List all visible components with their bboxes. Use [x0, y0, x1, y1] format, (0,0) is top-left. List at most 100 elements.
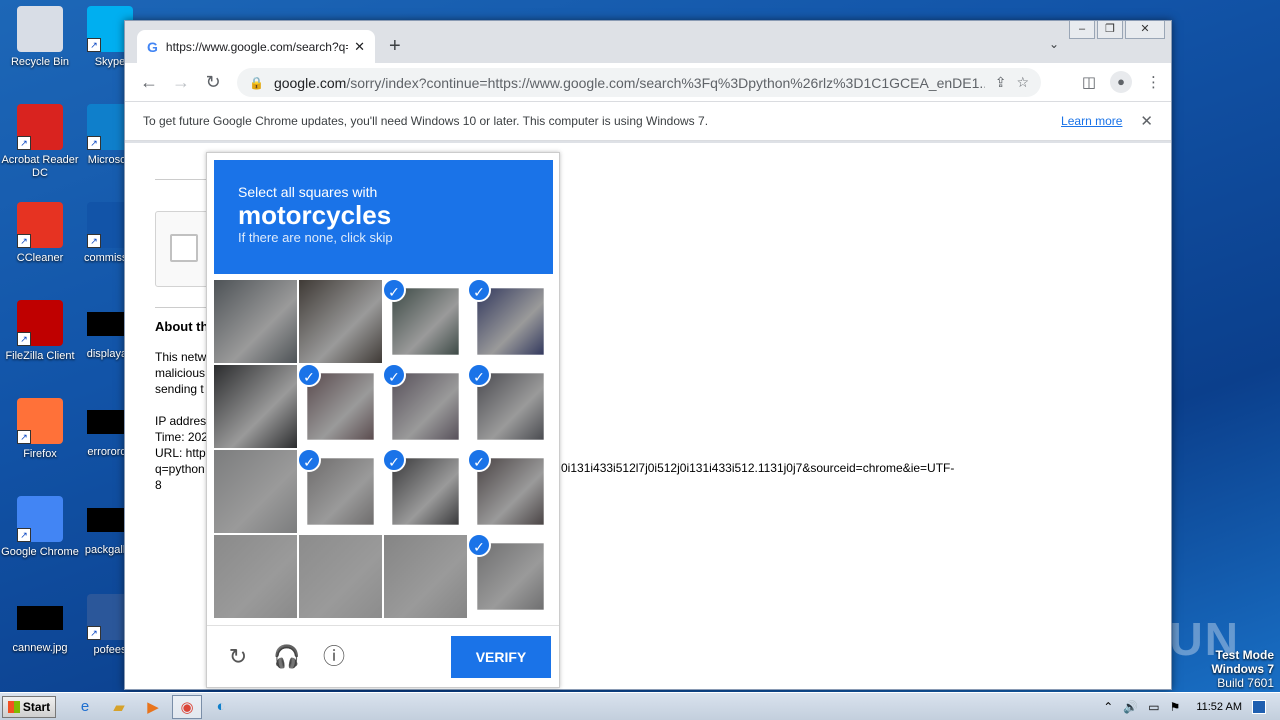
- window-controls: – ❐ ✕: [1069, 21, 1165, 39]
- grid-tile[interactable]: [214, 450, 297, 533]
- new-tab-button[interactable]: +: [389, 35, 401, 58]
- desktop-icon-label: CCleaner: [16, 252, 64, 264]
- test-mode-line2: Windows 7: [1211, 662, 1274, 676]
- tile-image: [214, 365, 297, 448]
- bookmark-star-icon[interactable]: ☆: [1016, 74, 1029, 91]
- address-url: google.com/sorry/index?continue=https://…: [274, 75, 985, 91]
- challenge-hint: If there are none, click skip: [238, 230, 393, 245]
- about-heading: About th: [155, 319, 209, 334]
- action-center-flag-icon[interactable]: ⚑: [1170, 700, 1181, 714]
- test-mode-text: Test Mode Windows 7 Build 7601: [1211, 648, 1274, 690]
- desktop-icon[interactable]: ↗ CCleaner: [0, 202, 80, 265]
- shortcut-arrow-icon: ↗: [17, 136, 31, 150]
- grid-tile[interactable]: ✓: [382, 363, 467, 448]
- learn-more-link[interactable]: Learn more: [1061, 114, 1122, 128]
- grid-tile[interactable]: ✓: [467, 533, 552, 618]
- grid-tile[interactable]: [299, 535, 382, 618]
- desktop-icon[interactable]: cannew.jpg: [0, 594, 80, 655]
- system-tray: ⌃ 🔊 ▭ ⚑ 11:52 AM: [1103, 693, 1280, 720]
- tile-image: [384, 535, 467, 618]
- grid-tile[interactable]: [214, 365, 297, 448]
- tab-title: https://www.google.com/search?q=: [165, 39, 349, 54]
- chrome-taskbar-icon[interactable]: ◉: [172, 694, 202, 719]
- restore-button[interactable]: ❐: [1097, 21, 1123, 39]
- edge-icon[interactable]: ◐: [206, 695, 236, 719]
- grid-tile[interactable]: ✓: [297, 363, 382, 448]
- browser-tab[interactable]: G https://www.google.com/search?q= ✕: [137, 30, 375, 63]
- desktop-app-icon: ↗: [17, 300, 63, 346]
- address-bar[interactable]: 🔒 google.com/sorry/index?continue=https:…: [237, 68, 1041, 97]
- start-button[interactable]: Start: [2, 695, 56, 718]
- taskbar: Start e ▰ ▶ ◉ ◐ ⌃ 🔊 ▭ ⚑ 11:52 AM: [0, 692, 1280, 720]
- lock-icon[interactable]: 🔒: [249, 76, 264, 90]
- image-grid: ✓ ✓ ✓ ✓ ✓ ✓ ✓ ✓ ✓: [214, 278, 544, 619]
- audio-challenge-icon[interactable]: 🎧: [273, 644, 300, 670]
- profile-avatar-icon[interactable]: ●: [1110, 71, 1132, 93]
- tile-image: [214, 535, 297, 618]
- back-arrow-icon[interactable]: ←: [133, 72, 165, 93]
- minimize-button[interactable]: –: [1069, 21, 1095, 39]
- tray-expand-icon[interactable]: ⌃: [1103, 700, 1113, 714]
- grid-tile[interactable]: ✓: [467, 278, 552, 363]
- clock[interactable]: 11:52 AM: [1196, 701, 1242, 713]
- check-icon: ✓: [467, 448, 491, 472]
- check-icon: ✓: [382, 278, 406, 302]
- desktop-icon[interactable]: ↗ Acrobat Reader DC: [0, 104, 80, 180]
- grid-tile[interactable]: ✓: [467, 448, 552, 533]
- challenge-header: Select all squares with motorcycles If t…: [214, 160, 553, 274]
- recaptcha-checkbox[interactable]: [170, 234, 198, 262]
- check-icon: ✓: [297, 448, 321, 472]
- grid-tile[interactable]: [214, 280, 297, 363]
- url-tail-text: 0i131i433i512l7j0i512j0i131i433i512.1131…: [561, 461, 955, 475]
- explorer-folder-icon[interactable]: ▰: [104, 695, 134, 719]
- tile-image: [214, 450, 297, 533]
- shortcut-arrow-icon: ↗: [17, 528, 31, 542]
- reload-challenge-icon[interactable]: ↻: [225, 644, 251, 670]
- toolbar: ← → ↻ 🔒 google.com/sorry/index?continue=…: [125, 63, 1171, 101]
- grid-tile[interactable]: ✓: [297, 448, 382, 533]
- desktop-app-icon: [17, 6, 63, 52]
- info-icon[interactable]: ⓘ: [321, 644, 347, 670]
- tile-image: [299, 280, 382, 363]
- shortcut-arrow-icon: ↗: [87, 234, 101, 248]
- infobar-message: To get future Google Chrome updates, you…: [143, 114, 709, 128]
- grid-tile[interactable]: [384, 535, 467, 618]
- close-tab-icon[interactable]: ✕: [354, 39, 365, 55]
- grid-tile[interactable]: ✓: [382, 448, 467, 533]
- desktop-icon-label: Firefox: [23, 448, 57, 460]
- reload-icon[interactable]: ↻: [197, 72, 229, 93]
- update-infobar: To get future Google Chrome updates, you…: [125, 101, 1171, 141]
- grid-tile[interactable]: ✓: [382, 278, 467, 363]
- close-window-button[interactable]: ✕: [1125, 21, 1165, 39]
- show-desktop-button[interactable]: [1252, 700, 1266, 714]
- verify-button[interactable]: VERIFY: [451, 636, 551, 678]
- grid-tile[interactable]: [214, 535, 297, 618]
- ie-icon[interactable]: e: [70, 695, 100, 719]
- google-favicon-icon: G: [147, 38, 158, 55]
- side-panel-icon[interactable]: ◫: [1082, 73, 1096, 91]
- test-mode-line3: Build 7601: [1217, 676, 1274, 690]
- challenge-target: motorcycles: [238, 200, 392, 230]
- shortcut-arrow-icon: ↗: [17, 332, 31, 346]
- url-domain: google.com: [273, 74, 347, 91]
- desktop-icon[interactable]: Recycle Bin: [0, 6, 80, 69]
- check-icon: ✓: [467, 363, 491, 387]
- desktop-app-icon: [17, 606, 63, 630]
- media-player-icon[interactable]: ▶: [138, 695, 168, 719]
- shortcut-arrow-icon: ↗: [87, 626, 101, 640]
- tab-search-chevron-icon[interactable]: ⌄: [1049, 37, 1059, 51]
- shortcut-arrow-icon: ↗: [17, 430, 31, 444]
- check-icon: ✓: [382, 363, 406, 387]
- forward-arrow-icon[interactable]: →: [165, 72, 197, 93]
- desktop-icon[interactable]: ↗ Google Chrome: [0, 496, 80, 559]
- network-icon[interactable]: ▭: [1148, 700, 1159, 714]
- desktop-icon[interactable]: ↗ FileZilla Client: [0, 300, 80, 363]
- volume-icon[interactable]: 🔊: [1123, 700, 1138, 714]
- grid-tile[interactable]: [299, 280, 382, 363]
- menu-kebab-icon[interactable]: ⋮: [1146, 73, 1161, 91]
- desktop-icon[interactable]: ↗ Firefox: [0, 398, 80, 461]
- grid-tile[interactable]: ✓: [467, 363, 552, 448]
- share-icon[interactable]: ⇪: [995, 74, 1007, 91]
- infobar-close-icon[interactable]: ✕: [1140, 112, 1153, 130]
- desktop-icon-label: Acrobat Reader DC: [1, 154, 79, 179]
